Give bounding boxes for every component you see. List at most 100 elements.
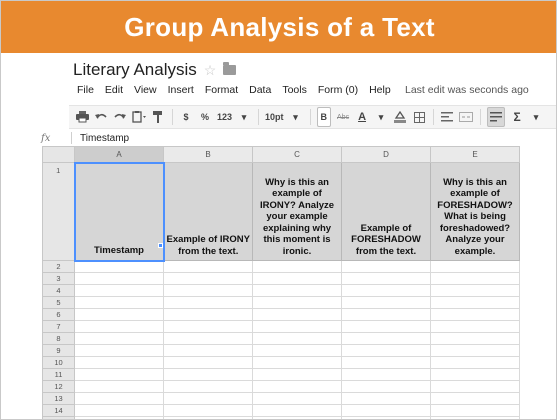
print-icon[interactable] <box>75 107 89 127</box>
grid-cell[interactable] <box>163 368 253 381</box>
grid-cell[interactable] <box>163 284 253 297</box>
grid-cell[interactable] <box>74 344 164 357</box>
grid-cell[interactable] <box>163 380 253 393</box>
merge-icon[interactable] <box>459 107 474 127</box>
grid-cell[interactable] <box>252 368 342 381</box>
grid-cell[interactable] <box>252 296 342 309</box>
strikethrough-button[interactable]: Abc <box>336 107 350 127</box>
grid-cell[interactable] <box>341 332 431 345</box>
grid-cell[interactable] <box>163 308 253 321</box>
redo-icon[interactable] <box>113 107 127 127</box>
grid-cell[interactable] <box>252 392 342 405</box>
grid-cell[interactable] <box>74 404 164 417</box>
grid-cell[interactable] <box>341 344 431 357</box>
grid-cell[interactable] <box>341 392 431 405</box>
grid-cell[interactable] <box>430 392 520 405</box>
row-number[interactable]: 15 <box>42 416 75 419</box>
grid-cell[interactable] <box>74 284 164 297</box>
grid-cell[interactable] <box>74 416 164 419</box>
menu-file[interactable]: File <box>77 84 94 96</box>
row-number[interactable]: 3 <box>42 272 75 285</box>
menu-data[interactable]: Data <box>249 84 271 96</box>
row-number[interactable]: 1 <box>42 162 75 261</box>
row-number[interactable]: 12 <box>42 380 75 393</box>
column-header-e[interactable]: E <box>430 146 520 163</box>
grid-cell[interactable] <box>341 368 431 381</box>
row-number[interactable]: 7 <box>42 320 75 333</box>
menu-insert[interactable]: Insert <box>168 84 194 96</box>
chevron-down-icon[interactable]: ▾ <box>374 107 388 127</box>
grid-cell[interactable] <box>341 356 431 369</box>
formula-input[interactable]: Timestamp <box>80 133 129 144</box>
folder-icon[interactable] <box>223 62 237 75</box>
grid-cell[interactable] <box>252 332 342 345</box>
row-number[interactable]: 11 <box>42 368 75 381</box>
menu-view[interactable]: View <box>134 84 157 96</box>
star-icon[interactable]: ☆ <box>204 62 217 79</box>
row-number[interactable]: 4 <box>42 284 75 297</box>
grid-cell[interactable] <box>163 416 253 419</box>
grid-cell[interactable] <box>341 380 431 393</box>
menu-format[interactable]: Format <box>205 84 238 96</box>
row-number[interactable]: 6 <box>42 308 75 321</box>
grid-cell[interactable] <box>430 332 520 345</box>
select-all-corner[interactable] <box>42 146 75 163</box>
grid-cell[interactable] <box>163 404 253 417</box>
grid-cell[interactable] <box>163 320 253 333</box>
grid-cell[interactable] <box>163 260 253 273</box>
grid-cell[interactable] <box>341 416 431 419</box>
menu-tools[interactable]: Tools <box>282 84 307 96</box>
grid-cell[interactable] <box>163 344 253 357</box>
grid-cell[interactable] <box>252 344 342 357</box>
grid-cell[interactable] <box>252 260 342 273</box>
grid-cell[interactable] <box>163 356 253 369</box>
grid-cell[interactable] <box>74 356 164 369</box>
grid-cell[interactable] <box>341 260 431 273</box>
text-color-button[interactable]: A <box>355 107 369 127</box>
chevron-down-icon[interactable]: ▾ <box>529 107 543 127</box>
borders-icon[interactable] <box>412 107 426 127</box>
grid-cell[interactable] <box>430 308 520 321</box>
undo-icon[interactable] <box>94 107 108 127</box>
grid-cell[interactable] <box>430 272 520 285</box>
grid-cell[interactable] <box>252 404 342 417</box>
grid-cell[interactable] <box>430 356 520 369</box>
grid-cell[interactable] <box>430 260 520 273</box>
grid-cell[interactable] <box>341 272 431 285</box>
grid-cell[interactable] <box>74 368 164 381</box>
row-number[interactable]: 8 <box>42 332 75 345</box>
grid-cell[interactable] <box>341 284 431 297</box>
font-size-dropdown[interactable]: 10pt <box>265 107 284 127</box>
grid-cell[interactable] <box>163 296 253 309</box>
grid-cell[interactable] <box>74 332 164 345</box>
grid-cell[interactable] <box>252 284 342 297</box>
grid-cell[interactable] <box>430 368 520 381</box>
grid-cell[interactable] <box>252 380 342 393</box>
grid-cell[interactable] <box>341 404 431 417</box>
grid-cell[interactable] <box>74 308 164 321</box>
header-cell-foreshadow-example[interactable]: Example of FORESHADOW from the text. <box>341 162 431 261</box>
grid-cell[interactable] <box>252 356 342 369</box>
grid-cell[interactable] <box>430 380 520 393</box>
row-number[interactable]: 14 <box>42 404 75 417</box>
grid-cell[interactable] <box>430 284 520 297</box>
grid-cell[interactable] <box>74 380 164 393</box>
currency-format-button[interactable]: $ <box>179 107 193 127</box>
grid-cell[interactable] <box>341 296 431 309</box>
header-cell-foreshadow-analysis[interactable]: Why is this an example of FORESHADOW? Wh… <box>430 162 520 261</box>
grid-cell[interactable] <box>163 272 253 285</box>
row-number[interactable]: 2 <box>42 260 75 273</box>
grid-cell[interactable] <box>252 308 342 321</box>
percent-format-button[interactable]: % <box>198 107 212 127</box>
grid-cell[interactable] <box>430 320 520 333</box>
grid-cell[interactable] <box>341 308 431 321</box>
align-icon[interactable] <box>440 107 454 127</box>
menu-edit[interactable]: Edit <box>105 84 123 96</box>
header-cell-irony-analysis[interactable]: Why is this an example of IRONY? Analyze… <box>252 162 342 261</box>
menu-help[interactable]: Help <box>369 84 391 96</box>
header-cell-irony-example[interactable]: Example of IRONY from the text. <box>163 162 253 261</box>
chevron-down-icon[interactable]: ▾ <box>237 107 251 127</box>
grid-cell[interactable] <box>341 320 431 333</box>
column-header-d[interactable]: D <box>341 146 431 163</box>
grid-cell[interactable] <box>252 272 342 285</box>
